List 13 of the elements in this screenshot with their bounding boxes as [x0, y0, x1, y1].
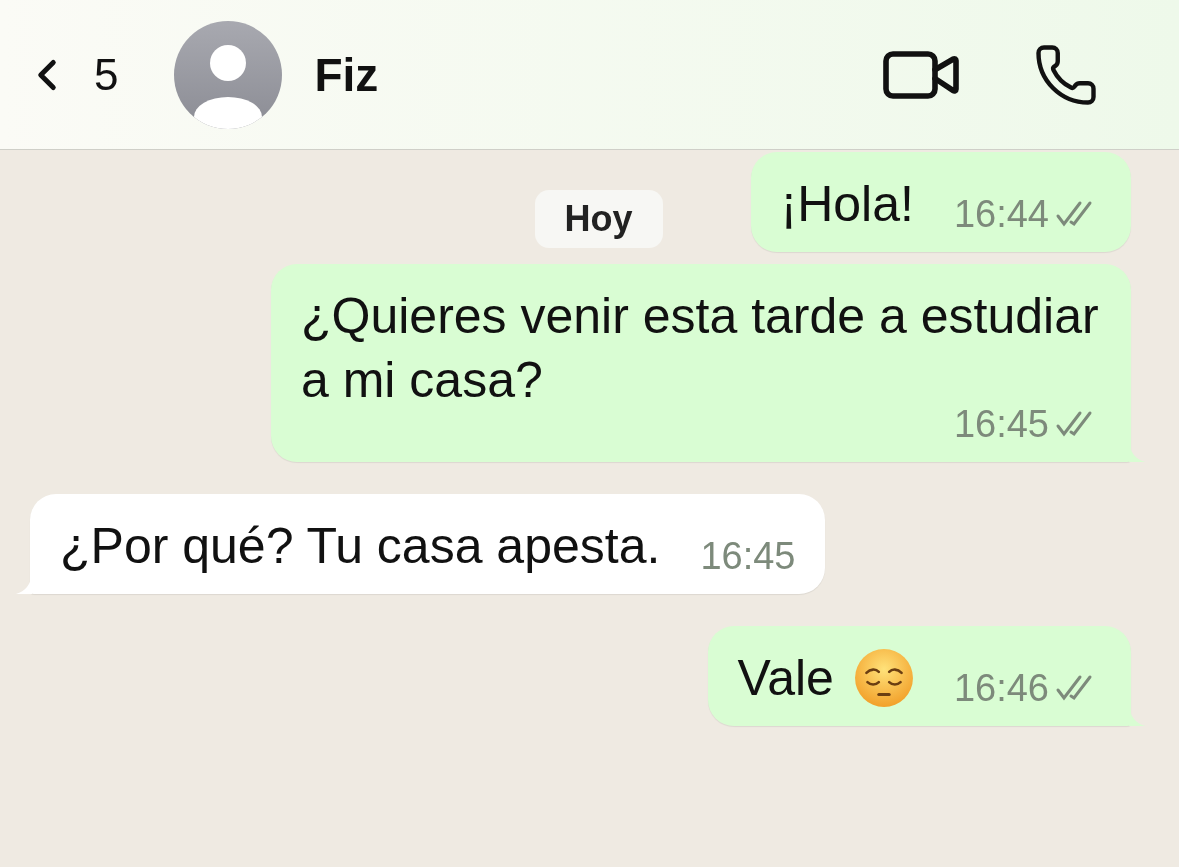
outgoing-message[interactable]: ¿Quieres venir esta tarde a estudiar a mi casa? 16:45: [271, 264, 1131, 462]
date-label: Hoy: [534, 190, 663, 248]
outgoing-message[interactable]: Vale 16:46: [707, 626, 1131, 726]
contact-name[interactable]: Fiz: [314, 47, 379, 102]
back-button[interactable]: 5: [22, 49, 119, 100]
outgoing-message[interactable]: ¡Hola! 16:44: [750, 152, 1131, 252]
message-time: 16:45: [700, 534, 796, 578]
message-time: 16:46: [953, 666, 1049, 710]
message-text: ¡Hola!: [780, 175, 914, 234]
message-time: 16:44: [953, 192, 1049, 236]
incoming-message[interactable]: ¿Por qué? Tu casa apesta. 16:45: [30, 494, 826, 594]
message-text: Vale: [737, 649, 834, 708]
message-text: ¿Por qué? Tu casa apesta.: [60, 517, 661, 576]
